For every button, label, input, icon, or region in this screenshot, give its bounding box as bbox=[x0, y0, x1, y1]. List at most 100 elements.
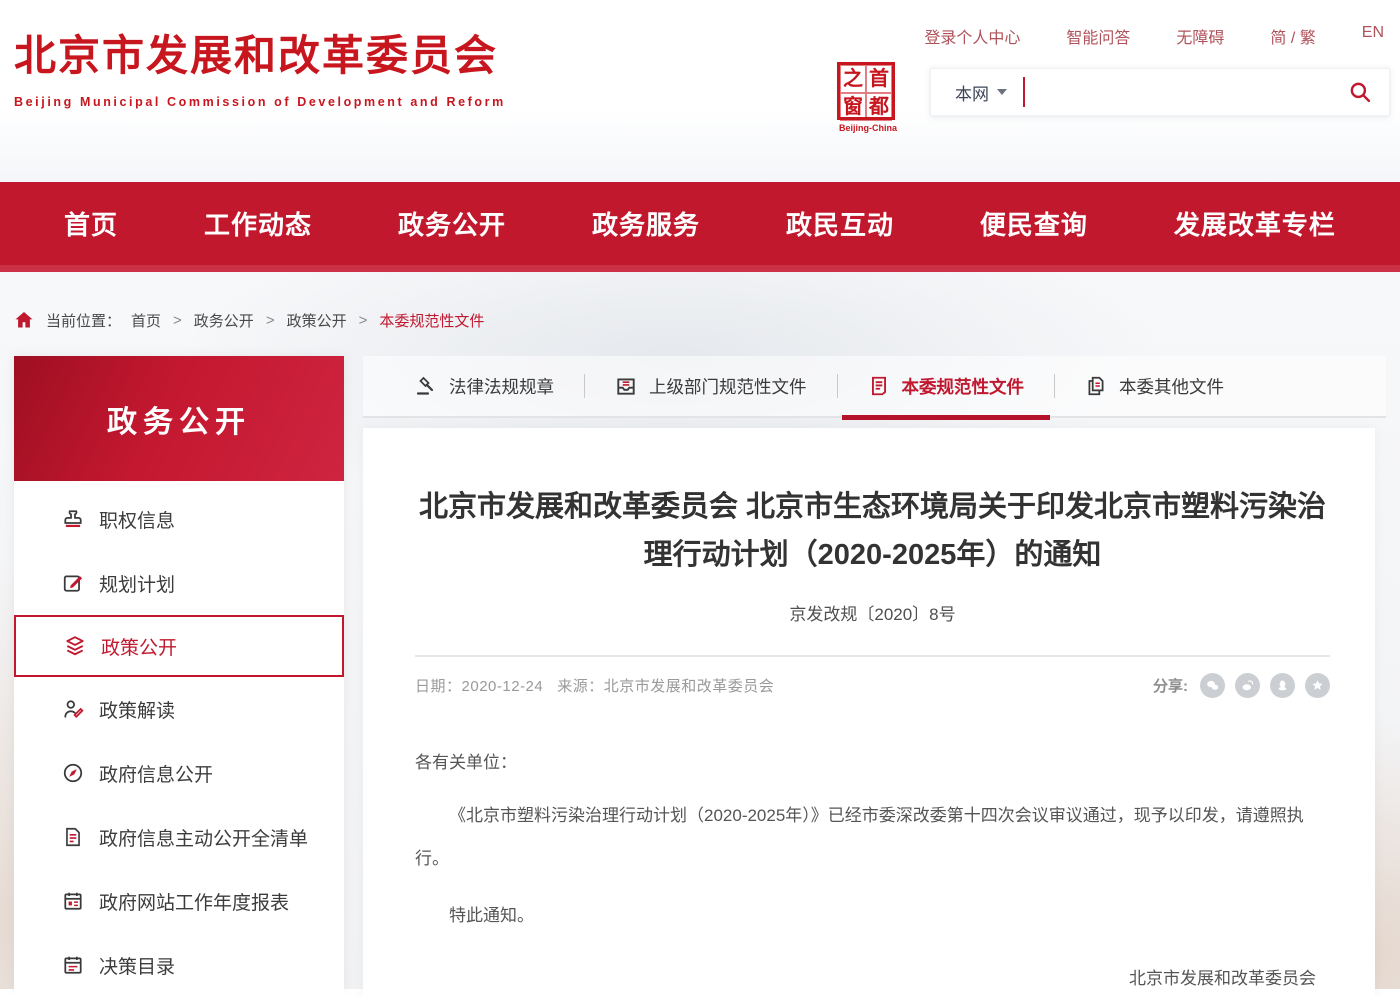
source-label: 来源： bbox=[557, 678, 604, 695]
calendar-icon bbox=[62, 954, 84, 976]
sidebar-item-label: 职权信息 bbox=[99, 506, 175, 533]
seal-char: 都 bbox=[866, 93, 892, 121]
search-button[interactable] bbox=[1345, 77, 1375, 107]
accessibility-link[interactable]: 无障碍 bbox=[1176, 24, 1224, 48]
nav-item-gov-services[interactable]: 政务服务 bbox=[592, 205, 700, 242]
search-caret-divider bbox=[1023, 77, 1025, 107]
article-signature: 北京市发展和改革委员会 bbox=[415, 964, 1330, 989]
file-copy-icon bbox=[1085, 375, 1107, 397]
seal-char: 之 bbox=[840, 65, 866, 93]
seal-char: 首 bbox=[866, 65, 892, 93]
nav-item-reform-column[interactable]: 发展改革专栏 bbox=[1174, 205, 1336, 242]
share-qzone-icon[interactable] bbox=[1305, 673, 1330, 698]
person-pen-icon bbox=[62, 698, 84, 720]
nav-item-work-updates[interactable]: 工作动态 bbox=[204, 205, 312, 242]
breadcrumb-separator: > bbox=[359, 312, 368, 329]
date-source: 日期：2020-12-24 来源：北京市发展和改革委员会 bbox=[415, 675, 774, 696]
tab-superior-normative-docs[interactable]: 上级部门规范性文件 bbox=[585, 356, 837, 416]
sidebar-item-label: 决策目录 bbox=[99, 952, 175, 979]
article-body: 各有关单位： 《北京市塑料污染治理行动计划（2020-2025年）》已经市委深改… bbox=[415, 746, 1330, 989]
nav-item-home[interactable]: 首页 bbox=[64, 205, 118, 242]
content-column: 法律法规规章 上级部门规范性文件 bbox=[363, 356, 1386, 989]
article-meta: 日期：2020-12-24 来源：北京市发展和改革委员会 分享: bbox=[415, 673, 1330, 698]
seal-char: 窗 bbox=[840, 93, 866, 121]
sidebar-item-proactive-disclosure-list[interactable]: 政府信息主动公开全清单 bbox=[14, 805, 344, 869]
home-icon[interactable] bbox=[14, 310, 34, 330]
nav-item-gov-disclosure[interactable]: 政务公开 bbox=[398, 205, 506, 242]
breadcrumb-separator: > bbox=[266, 312, 275, 329]
sidebar-item-policy-interpretation[interactable]: 政策解读 bbox=[14, 677, 344, 741]
breadcrumb-separator: > bbox=[173, 312, 182, 329]
layers-icon bbox=[64, 635, 86, 657]
sidebar-item-gov-info-disclosure[interactable]: 政府信息公开 bbox=[14, 741, 344, 805]
sidebar-item-policy-disclosure[interactable]: 政策公开 bbox=[14, 615, 344, 677]
chevron-down-icon bbox=[997, 89, 1007, 95]
report-icon bbox=[62, 890, 84, 912]
beijing-china-seal-logo[interactable]: 之 首 窗 都 Beijing-China bbox=[837, 62, 899, 133]
sidebar-header-gov-disclosure[interactable]: 政务公开 bbox=[14, 356, 344, 481]
sidebar-item-label: 政府信息主动公开全清单 bbox=[99, 824, 308, 851]
tab-laws-regulations[interactable]: 法律法规规章 bbox=[385, 356, 584, 416]
article-salutation: 各有关单位： bbox=[415, 746, 1330, 780]
sidebar-item-planning[interactable]: 规划计划 bbox=[14, 551, 344, 615]
sidebar-item-decision-catalog[interactable]: 决策目录 bbox=[14, 933, 344, 996]
login-link[interactable]: 登录个人中心 bbox=[924, 24, 1020, 48]
sidebar-item-label: 政府信息公开 bbox=[99, 760, 213, 787]
seal-caption: Beijing-China bbox=[837, 123, 899, 133]
stamp-icon bbox=[62, 508, 84, 530]
search-input[interactable] bbox=[1035, 72, 1345, 112]
nav-item-public-interaction[interactable]: 政民互动 bbox=[786, 205, 894, 242]
sidebar-item-label: 政府网站工作年度报表 bbox=[99, 888, 289, 915]
article-date: 2020-12-24 bbox=[462, 678, 544, 695]
article-title: 北京市发展和改革委员会 北京市生态环境局关于印发北京市塑料污染治理行动计划（20… bbox=[415, 484, 1330, 580]
sidebar-menu: 职权信息 规划计划 bbox=[14, 481, 344, 996]
sidebar-item-label: 规划计划 bbox=[99, 570, 175, 597]
share-bar: 分享: bbox=[1153, 673, 1330, 698]
search-scope-label: 本网 bbox=[955, 80, 989, 105]
top-utility-links: 登录个人中心 智能问答 无障碍 简 / 繁 EN bbox=[924, 24, 1384, 48]
document-icon bbox=[62, 826, 84, 848]
sidebar-item-website-annual-report[interactable]: 政府网站工作年度报表 bbox=[14, 869, 344, 933]
tab-label: 本委规范性文件 bbox=[902, 374, 1025, 399]
share-weibo-icon[interactable] bbox=[1235, 673, 1260, 698]
tab-label: 上级部门规范性文件 bbox=[649, 374, 807, 399]
breadcrumb-current-page[interactable]: 本委规范性文件 bbox=[379, 310, 484, 331]
smart-qa-link[interactable]: 智能问答 bbox=[1066, 24, 1130, 48]
inbox-icon bbox=[615, 375, 637, 397]
content-layout: 政务公开 职权信息 bbox=[0, 356, 1400, 989]
share-wechat-icon[interactable] bbox=[1200, 673, 1225, 698]
share-qq-icon[interactable] bbox=[1270, 673, 1295, 698]
sidebar-header-label: 政务公开 bbox=[107, 397, 251, 441]
tab-commission-normative-docs[interactable]: 本委规范性文件 bbox=[838, 356, 1055, 416]
sidebar: 政务公开 职权信息 bbox=[14, 356, 344, 989]
search-scope-select[interactable]: 本网 bbox=[945, 80, 1017, 105]
article-panel: 北京市发展和改革委员会 北京市生态环境局关于印发北京市塑料污染治理行动计划（20… bbox=[363, 428, 1375, 996]
article-paragraph-2: 特此通知。 bbox=[415, 894, 1330, 937]
site-logo[interactable]: 北京市发展和改革委员会 Beijing Municipal Commission… bbox=[14, 22, 506, 109]
breadcrumb-gov-disclosure[interactable]: 政务公开 bbox=[194, 310, 254, 331]
date-label: 日期： bbox=[415, 678, 462, 695]
tab-commission-other-docs[interactable]: 本委其他文件 bbox=[1055, 356, 1254, 416]
main-navigation: 首页 工作动态 政务公开 政务服务 政民互动 便民查询 发展改革专栏 bbox=[0, 182, 1400, 272]
tab-label: 法律法规规章 bbox=[449, 374, 554, 399]
english-link[interactable]: EN bbox=[1362, 24, 1384, 48]
search-bar: 本网 bbox=[930, 68, 1390, 116]
sidebar-item-label: 政策公开 bbox=[101, 633, 177, 660]
edit-icon bbox=[62, 572, 84, 594]
breadcrumb-home[interactable]: 首页 bbox=[131, 310, 161, 331]
simplified-traditional-toggle[interactable]: 简 / 繁 bbox=[1270, 24, 1315, 48]
document-category-tabs: 法律法规规章 上级部门规范性文件 bbox=[363, 356, 1386, 418]
site-subtitle: Beijing Municipal Commission of Developm… bbox=[14, 95, 506, 109]
sidebar-item-authority-info[interactable]: 职权信息 bbox=[14, 487, 344, 551]
article-paragraph-1: 《北京市塑料污染治理行动计划（2020-2025年）》已经市委深改委第十四次会议… bbox=[415, 794, 1330, 881]
tab-label: 本委其他文件 bbox=[1119, 374, 1224, 399]
share-label: 分享: bbox=[1153, 675, 1188, 696]
nav-item-convenient-inquiry[interactable]: 便民查询 bbox=[980, 205, 1088, 242]
document-red-icon bbox=[868, 375, 890, 397]
site-title: 北京市发展和改革委员会 bbox=[14, 22, 506, 83]
meta-divider bbox=[415, 655, 1330, 657]
article-source: 北京市发展和改革委员会 bbox=[604, 678, 775, 695]
sidebar-item-label: 政策解读 bbox=[99, 696, 175, 723]
breadcrumb-policy-disclosure[interactable]: 政策公开 bbox=[287, 310, 347, 331]
breadcrumb: 当前位置： 首页 > 政务公开 > 政策公开 > 本委规范性文件 bbox=[0, 272, 1400, 338]
